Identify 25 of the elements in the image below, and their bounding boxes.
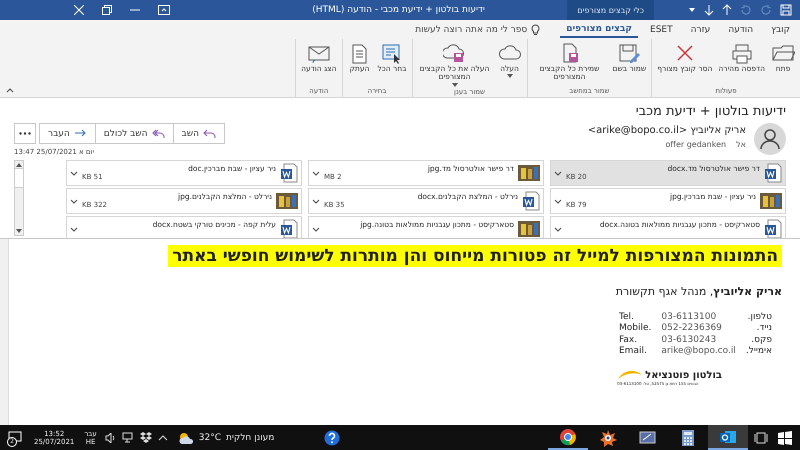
tell-me-text[interactable]: ספר לי מה אתה רוצה לעשות <box>415 24 528 34</box>
contact-value: 052-2236369 <box>661 323 723 334</box>
ribbon-tab[interactable]: עזרה <box>684 22 716 36</box>
sender-name: אריק אליוביץ <arike@bopo.co.il> <box>586 125 746 136</box>
signature-name: אריק אליוביץ, מנהל אגף תקשורת <box>616 285 782 298</box>
window-title: ידיעות בולטון + ידיעת מכבי - הודעה (HTML) <box>311 5 486 15</box>
contact-value: 03-6130243 <box>661 334 718 346</box>
company-logo: בולטון פוטנציאל <box>645 370 722 380</box>
contact-label: Mobile. <box>619 323 652 334</box>
recipient: offer gedanken <box>666 140 726 149</box>
contact-label: פקס. <box>750 334 772 346</box>
ribbon-tab[interactable]: ESET <box>644 22 679 36</box>
highlighted-heading: התמונות המצורפות למייל זה פטורות מייחוס והן מותרות לשימוש חופשי באתר <box>168 245 782 267</box>
contact-label: טלפון. <box>746 312 772 324</box>
contact-label: Email. <box>619 346 648 357</box>
ribbon-tab[interactable]: הודעה <box>722 22 760 36</box>
contact-label: Tel. <box>619 312 635 323</box>
message-subject: ידיעות בולטון + ידיעת מכבי <box>634 104 786 121</box>
contact-label: נייד. <box>756 323 772 334</box>
ribbon-tab[interactable]: קובץ <box>765 22 796 36</box>
contact-value: 03-6113100 <box>661 312 718 323</box>
contact-label: אימייל. <box>746 346 772 357</box>
contact-value: arike@bopo.co.il <box>661 346 736 357</box>
contact-label: Fax. <box>619 334 638 346</box>
to-label: אל <box>736 140 746 149</box>
